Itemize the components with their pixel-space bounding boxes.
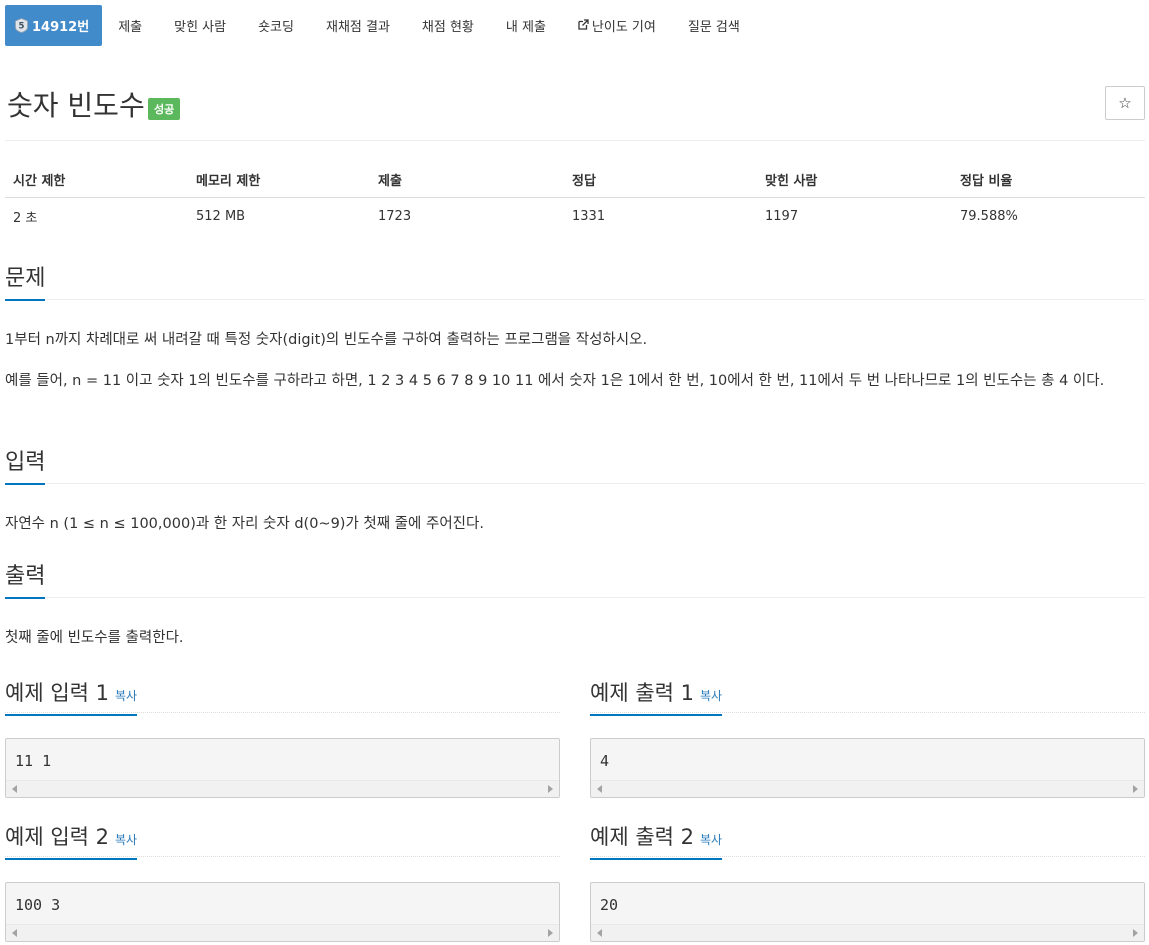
horizontal-scrollbar[interactable] [6, 780, 559, 797]
star-icon: ☆ [1118, 94, 1132, 112]
sample-output-2-head: 예제 출력 2 복사 [590, 824, 1145, 860]
external-link-icon [578, 18, 589, 33]
header-accepted: 정답 [564, 160, 757, 198]
sample-output-1-box[interactable]: 4 [590, 738, 1145, 798]
tab-status[interactable]: 채점 현황 [406, 5, 490, 46]
tab-solved-users[interactable]: 맞힌 사람 [158, 5, 242, 46]
sample-input-2-code: 100 3 [15, 896, 61, 914]
sample-input-1-head: 예제 입력 1 복사 [5, 680, 560, 716]
horizontal-scrollbar[interactable] [591, 924, 1144, 941]
section-output: 출력 [5, 563, 1145, 599]
header-memory-limit: 메모리 제한 [188, 160, 370, 198]
cell-submissions: 1723 [378, 208, 412, 224]
header-solved-users: 맞힌 사람 [757, 160, 952, 198]
copy-sample-output-2[interactable]: 복사 [700, 833, 722, 847]
sample-output-1-heading: 예제 출력 1 복사 [590, 680, 723, 716]
section-problem-title: 문제 [5, 265, 46, 301]
copy-sample-output-1[interactable]: 복사 [700, 689, 722, 703]
cell-memory-limit: 512 MB [196, 208, 246, 224]
problem-number: 14912번 [32, 20, 90, 35]
title-row: 숫자 빈도수 성공 ☆ [5, 84, 1145, 141]
cell-solved-users: 1197 [765, 208, 799, 224]
sample-output-2-box[interactable]: 20 [590, 882, 1145, 942]
section-output-title: 출력 [5, 563, 46, 599]
header-submissions: 제출 [370, 160, 564, 198]
sample-output-2-heading: 예제 출력 2 복사 [590, 824, 723, 860]
problem-text-2: 예를 들어, n = 11 이고 숫자 1의 빈도수를 구하라고 하면, 1 2… [5, 373, 1105, 389]
scroll-right-icon[interactable] [1133, 929, 1138, 937]
horizontal-scrollbar[interactable] [6, 924, 559, 941]
page-title: 숫자 빈도수 [7, 89, 145, 122]
tab-question-search[interactable]: 질문 검색 [672, 5, 756, 46]
tab-submit[interactable]: 제출 [102, 5, 158, 46]
table-header-row: 시간 제한 메모리 제한 제출 정답 맞힌 사람 정답 비율 [5, 160, 1145, 198]
sample-input-2-head: 예제 입력 2 복사 [5, 824, 560, 860]
status-badge: 성공 [148, 98, 181, 120]
tab-difficulty-contrib[interactable]: 난이도 기여 [562, 5, 672, 46]
section-input: 입력 [5, 449, 1145, 485]
tier-label: 5 [19, 22, 25, 32]
scroll-right-icon[interactable] [548, 785, 553, 793]
cell-accepted: 1331 [572, 208, 606, 224]
tier-icon: 5 [15, 18, 28, 33]
tab-rejudge-results[interactable]: 재채점 결과 [310, 5, 406, 46]
scroll-left-icon[interactable] [12, 929, 17, 937]
sample-output-1-code: 4 [600, 752, 610, 770]
scroll-left-icon[interactable] [597, 785, 602, 793]
section-input-title: 입력 [5, 449, 46, 485]
scroll-left-icon[interactable] [597, 929, 602, 937]
sample-input-1-title: 예제 입력 1 [5, 681, 109, 705]
copy-sample-input-2[interactable]: 복사 [115, 833, 137, 847]
sample-input-1-code: 11 1 [15, 752, 52, 770]
sample-input-2-box[interactable]: 100 3 [5, 882, 560, 942]
copy-sample-input-1[interactable]: 복사 [115, 689, 137, 703]
output-text: 첫째 줄에 빈도수를 출력한다. [5, 630, 184, 646]
header-time-limit: 시간 제한 [5, 160, 188, 198]
section-problem: 문제 [5, 265, 1145, 301]
input-text: 자연수 n (1 ≤ n ≤ 100,000)과 한 자리 숫자 d(0~9)가… [5, 516, 484, 532]
sample-output-2-code: 20 [600, 896, 619, 914]
sample-input-1-heading: 예제 입력 1 복사 [5, 680, 138, 716]
problem-text-1: 1부터 n까지 차례대로 써 내려갈 때 특정 숫자(digit)의 빈도수를 … [5, 332, 648, 348]
sample-input-2-title: 예제 입력 2 [5, 825, 109, 849]
sample-output-1-title: 예제 출력 1 [590, 681, 694, 705]
sample-output-1-head: 예제 출력 1 복사 [590, 680, 1145, 716]
problem-info-table: 시간 제한 메모리 제한 제출 정답 맞힌 사람 정답 비율 2 초 512 M… [5, 160, 1145, 235]
tab-difficulty-label: 난이도 기여 [591, 20, 656, 35]
cell-time-limit: 2 초 [13, 210, 38, 226]
tab-problem[interactable]: 5 14912번 [5, 5, 103, 46]
scroll-left-icon[interactable] [12, 785, 17, 793]
favorite-button[interactable]: ☆ [1105, 86, 1145, 120]
sample-output-2-title: 예제 출력 2 [590, 825, 694, 849]
cell-accept-ratio: 79.588% [960, 208, 1018, 224]
tab-short-coding[interactable]: 숏코딩 [242, 5, 310, 46]
scroll-right-icon[interactable] [548, 929, 553, 937]
sample-input-1-box[interactable]: 11 1 [5, 738, 560, 798]
scroll-right-icon[interactable] [1133, 785, 1138, 793]
sample-input-2-heading: 예제 입력 2 복사 [5, 824, 138, 860]
problem-nav: 5 14912번 제출 맞힌 사람 숏코딩 재채점 결과 채점 현황 내 제출 … [5, 5, 756, 46]
table-row: 2 초 512 MB 1723 1331 1197 79.588% [5, 198, 1145, 235]
horizontal-scrollbar[interactable] [591, 780, 1144, 797]
tab-my-submissions[interactable]: 내 제출 [490, 5, 562, 46]
header-accept-ratio: 정답 비율 [952, 160, 1145, 198]
